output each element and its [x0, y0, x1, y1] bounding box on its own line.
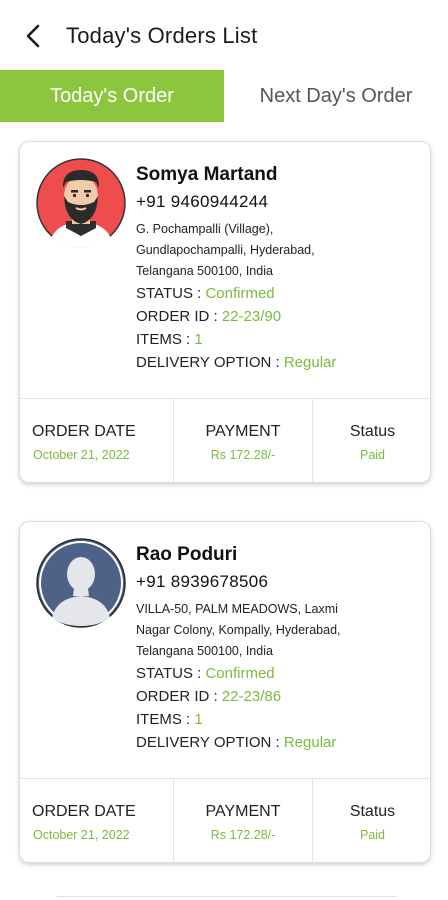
order-card[interactable]: Rao Poduri +91 8939678506 VILLA-50, PALM…	[19, 521, 431, 863]
status-line: STATUS : Confirmed	[136, 282, 422, 305]
address-line: Nagar Colony, Kompally, Hyderabad,	[136, 623, 341, 637]
delivery-value: Regular	[283, 734, 337, 751]
delivery-label: DELIVERY OPTION :	[136, 354, 284, 371]
tab-next-days-order[interactable]: Next Day's Order	[224, 70, 448, 122]
order-id-label: ORDER ID :	[136, 308, 222, 325]
order-summary: ORDER DATE October 21, 2022 PAYMENT Rs 1…	[20, 398, 430, 482]
order-tabs: Today's Order Next Day's Order	[0, 70, 448, 122]
address-line: G. Pochampalli (Village),	[136, 222, 274, 236]
items-label: ITEMS :	[136, 331, 195, 348]
status-label: STATUS :	[136, 665, 206, 682]
payment-status-cell: Status Paid	[313, 779, 430, 862]
customer-address: VILLA-50, PALM MEADOWS, Laxmi Nagar Colo…	[136, 599, 422, 662]
delivery-value: Regular	[283, 354, 337, 371]
delivery-line: DELIVERY OPTION : Regular	[136, 731, 422, 754]
payment-status-label: Status	[349, 423, 396, 440]
customer-phone: +91 9460944244	[136, 192, 269, 211]
order-date-label: ORDER DATE	[32, 803, 136, 820]
back-button[interactable]	[20, 22, 48, 50]
order-card[interactable]: Somya Martand +91 9460944244 G. Pochampa…	[19, 141, 431, 483]
payment-status-cell: Status Paid	[313, 399, 430, 482]
payment-status-value: Paid	[359, 448, 386, 462]
customer-name: Rao Poduri	[136, 544, 238, 565]
bearded-man-avatar-icon	[36, 158, 126, 248]
order-date-value: October 21, 2022	[33, 828, 130, 842]
items-line: ITEMS : 1	[136, 708, 422, 731]
order-id-line: ORDER ID : 22-23/90	[136, 305, 422, 328]
status-line: STATUS : Confirmed	[136, 662, 422, 685]
chevron-left-icon	[26, 24, 40, 48]
items-value: 1	[194, 331, 203, 348]
address-line: Telangana 500100, India	[136, 264, 273, 278]
items-value: 1	[194, 711, 203, 728]
page-title: Today's Orders List	[66, 23, 258, 48]
payment-cell: PAYMENT Rs 172.28/-	[174, 399, 313, 482]
payment-label: PAYMENT	[205, 803, 281, 820]
app-header: Today's Orders List	[0, 0, 448, 70]
order-id-value: 22-23/86	[221, 688, 282, 705]
payment-value: Rs 172.28/-	[210, 448, 276, 462]
customer-name: Somya Martand	[136, 164, 278, 185]
customer-address: G. Pochampalli (Village), Gundlapochampa…	[136, 219, 422, 282]
order-date-cell: ORDER DATE October 21, 2022	[20, 399, 174, 482]
delivery-line: DELIVERY OPTION : Regular	[136, 351, 422, 374]
order-id-line: ORDER ID : 22-23/86	[136, 685, 422, 708]
customer-phone: +91 8939678506	[136, 572, 269, 591]
payment-label: PAYMENT	[205, 423, 281, 440]
placeholder-person-avatar-icon	[36, 538, 126, 628]
payment-value: Rs 172.28/-	[210, 828, 276, 842]
order-date-value: October 21, 2022	[33, 448, 130, 462]
status-value: Confirmed	[205, 285, 275, 302]
order-date-label: ORDER DATE	[32, 423, 136, 440]
address-line: Gundlapochampalli, Hyderabad,	[136, 243, 315, 257]
address-line: Telangana 500100, India	[136, 644, 273, 658]
order-date-cell: ORDER DATE October 21, 2022	[20, 779, 174, 862]
payment-status-value: Paid	[359, 828, 386, 842]
delivery-label: DELIVERY OPTION :	[136, 734, 284, 751]
address-line: VILLA-50, PALM MEADOWS, Laxmi	[136, 602, 338, 616]
avatar	[36, 158, 126, 248]
payment-status-label: Status	[349, 803, 396, 820]
payment-cell: PAYMENT Rs 172.28/-	[174, 779, 313, 862]
order-info: Rao Poduri +91 8939678506 VILLA-50, PALM…	[136, 542, 422, 754]
order-info: Somya Martand +91 9460944244 G. Pochampa…	[136, 162, 422, 374]
order-id-value: 22-23/90	[221, 308, 282, 325]
tab-todays-order[interactable]: Today's Order	[0, 70, 224, 122]
order-id-label: ORDER ID :	[136, 688, 222, 705]
next-card-edge	[57, 896, 397, 897]
status-label: STATUS :	[136, 285, 206, 302]
avatar	[36, 538, 126, 628]
status-value: Confirmed	[205, 665, 275, 682]
items-label: ITEMS :	[136, 711, 195, 728]
order-summary: ORDER DATE October 21, 2022 PAYMENT Rs 1…	[20, 778, 430, 862]
items-line: ITEMS : 1	[136, 328, 422, 351]
